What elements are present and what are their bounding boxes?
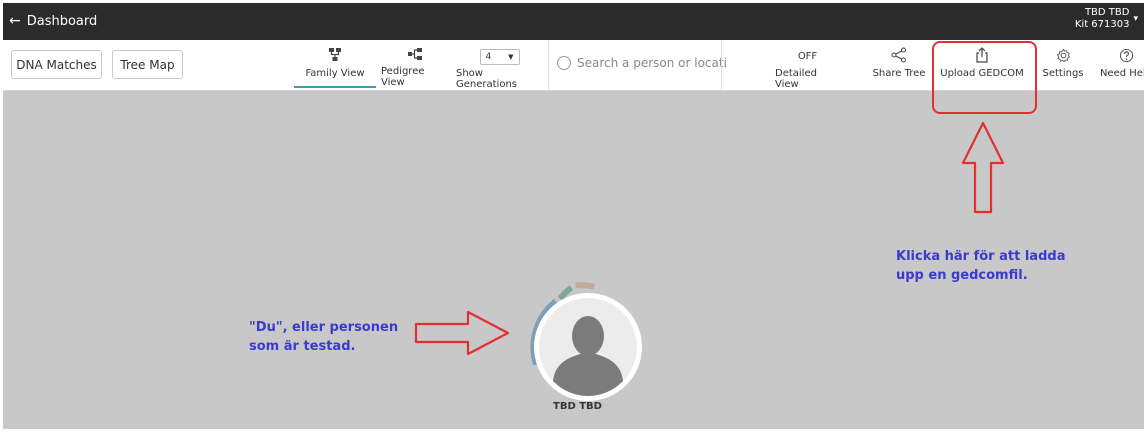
detailed-view-label: Detailed View (775, 68, 817, 90)
up-arrow-annotation (961, 121, 1005, 214)
person-name[interactable]: TBD TBD (553, 401, 602, 412)
person-annotation-text: "Du", eller personen som är testad. (249, 318, 398, 356)
generations-value: 4 (485, 52, 492, 62)
person-note-line-1: "Du", eller personen (249, 320, 399, 335)
show-generations-control[interactable]: 4 ▼ Show Generations (456, 49, 543, 91)
back-label: Dashboard (26, 13, 98, 29)
user-name: TBD TBD (1084, 7, 1130, 18)
person-node[interactable] (516, 278, 646, 408)
divider (721, 40, 722, 90)
pedigree-icon (408, 46, 422, 62)
settings-label: Settings (1042, 68, 1084, 79)
share-tree-label: Share Tree (872, 68, 926, 79)
search-input[interactable] (577, 56, 727, 70)
select-caret-icon: ▼ (508, 53, 514, 61)
upload-highlight-box (932, 41, 1037, 114)
share-icon (891, 46, 907, 64)
app-frame: ← Dashboard TBD TBD Kit 671303 ▾ DNA Mat… (3, 3, 1144, 429)
tab-family-view[interactable]: Family View (294, 46, 376, 88)
upload-annotation-text: Klicka här för att ladda upp en gedcomfi… (896, 247, 1065, 285)
back-arrow-icon: ← (9, 13, 21, 29)
search-icon (557, 56, 571, 70)
family-view-label: Family View (305, 68, 365, 79)
share-tree-button[interactable]: Share Tree (871, 46, 927, 88)
person-note-line-2: som är testad. (249, 339, 356, 354)
need-help-button[interactable]: Need Help (1096, 46, 1144, 88)
need-help-label: Need Help (1099, 68, 1144, 79)
search-box[interactable] (557, 56, 727, 70)
detailed-view-toggle[interactable]: OFF Detailed View (775, 51, 840, 93)
person-avatar (530, 282, 642, 401)
upload-note-line-2: upp en gedcomfil. (896, 268, 1028, 283)
detailed-view-state: OFF (797, 51, 818, 62)
generations-select[interactable]: 4 ▼ (479, 49, 520, 65)
tab-pedigree-view[interactable]: Pedigree View (381, 46, 449, 88)
dna-matches-button[interactable]: DNA Matches (11, 50, 102, 79)
settings-button[interactable]: Settings (1039, 46, 1087, 88)
top-bar: ← Dashboard TBD TBD Kit 671303 ▾ (3, 3, 1144, 40)
gear-icon (1056, 46, 1071, 64)
tree-map-button[interactable]: Tree Map (112, 50, 183, 79)
upload-note-line-1: Klicka här för att ladda (896, 249, 1066, 264)
family-tree-icon (329, 46, 341, 64)
user-menu[interactable]: TBD TBD Kit 671303 ▾ (1075, 7, 1138, 31)
chevron-down-icon: ▾ (1133, 14, 1138, 24)
show-generations-label: Show Generations (456, 68, 517, 90)
pedigree-view-label: Pedigree View (381, 66, 425, 88)
help-icon (1119, 46, 1134, 64)
kit-id: Kit 671303 (1074, 19, 1130, 30)
back-to-dashboard-link[interactable]: ← Dashboard (9, 13, 97, 29)
divider (548, 40, 549, 90)
right-arrow-annotation (414, 310, 510, 356)
